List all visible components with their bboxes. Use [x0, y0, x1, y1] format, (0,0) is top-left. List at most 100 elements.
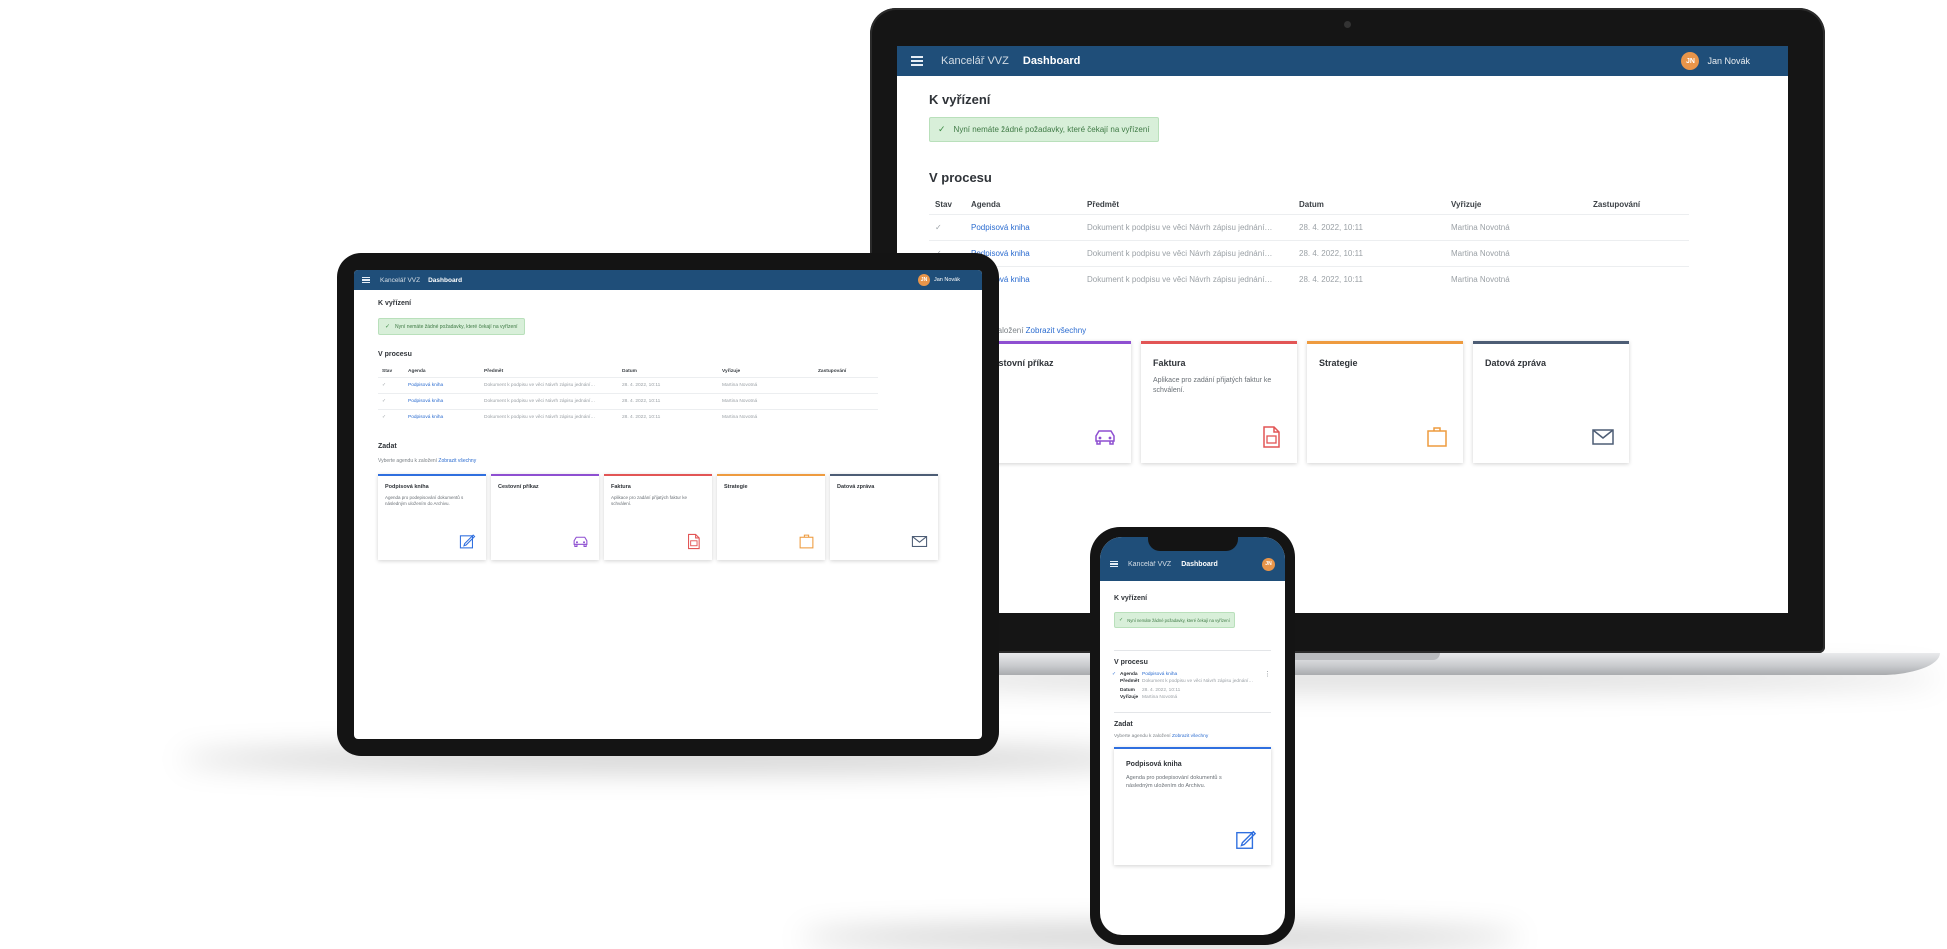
col-header-agenda[interactable]: Agenda: [404, 366, 480, 378]
table-row[interactable]: ✓ Podpisová kniha Dokument k podpisu ve …: [929, 240, 1689, 267]
edit-icon: [1236, 830, 1257, 849]
col-header-subject[interactable]: Předmět: [1081, 195, 1293, 215]
app-bar: Kancelář VVZ Dashboard JN Jan Novák: [354, 270, 982, 290]
tile-cestovni-prikaz[interactable]: Cestovní příkaz: [491, 474, 599, 560]
tile-title: Strategie: [724, 484, 748, 490]
app-title[interactable]: Kancelář VVZ: [380, 277, 420, 284]
tile-title: Podpisová kniha: [1126, 761, 1182, 768]
item-agenda-link[interactable]: Podpisová kniha: [1142, 672, 1271, 677]
menu-icon[interactable]: [362, 275, 370, 285]
in-progress-item[interactable]: ✓ ⋮ Agenda Podpisová kniha Předmět Dokumen…: [1112, 671, 1271, 700]
avatar[interactable]: JN: [918, 274, 930, 286]
todo-section-title: K vyřízení: [378, 300, 412, 307]
in-progress-table: Stav Agenda Předmět Datum Vyřizuje Zastu…: [378, 366, 878, 425]
row-agenda-link[interactable]: Podpisová kniha: [965, 214, 1081, 241]
row-deputy: [1587, 214, 1689, 241]
item-subject-label: Předmět: [1120, 679, 1140, 684]
laptop-camera: [1344, 21, 1351, 28]
col-header-state[interactable]: Stav: [378, 366, 404, 378]
laptop-notch: [1280, 653, 1440, 660]
table-row[interactable]: ✓ Podpisová kniha Dokument k podpisu ve …: [378, 393, 878, 410]
tile-datova-zprava[interactable]: Datová zpráva: [1473, 341, 1629, 463]
row-handler: Martina Novotná: [718, 393, 814, 410]
menu-icon[interactable]: [1110, 559, 1118, 569]
row-subject: Dokument k podpisu ve věci Návrh zápisu …: [1081, 240, 1293, 267]
row-agenda-link[interactable]: Podpisová kniha: [404, 409, 480, 425]
in-progress-section-title: V procesu: [1114, 659, 1148, 666]
create-text: Vyberte agendu k založení: [1114, 734, 1171, 739]
tile-podpisova-kniha[interactable]: Podpisová kniha Agenda pro podepisování …: [1114, 747, 1271, 865]
create-section-title: Zadat: [378, 443, 397, 450]
table-row[interactable]: ✓ Podpisová kniha Dokument k podpisu ve …: [929, 214, 1689, 241]
row-deputy: [814, 393, 878, 410]
table-row[interactable]: ✓ Podpisová kniha Dokument k podpisu ve …: [929, 266, 1689, 292]
row-date: 28. 4. 2022, 10:11: [1293, 266, 1445, 292]
tile-datova-zprava[interactable]: Datová zpráva: [830, 474, 938, 560]
row-handler: Martina Novotná: [1445, 240, 1587, 267]
page-title: Dashboard: [1022, 55, 1081, 67]
row-subject: Dokument k podpisu ve věci Návrh zápisu …: [480, 377, 618, 394]
row-handler: Martina Novotná: [1445, 214, 1587, 241]
agenda-tiles: Podpisová kniha Agenda pro podepisování …: [897, 341, 1756, 463]
check-icon: ✓: [1112, 672, 1117, 677]
app-title[interactable]: Kancelář VVZ: [1128, 561, 1171, 568]
divider: [1114, 712, 1271, 713]
in-progress-section-title: V procesu: [929, 170, 992, 185]
tile-description: Agenda pro podepisování dokumentů s násl…: [1126, 775, 1222, 789]
edit-icon: [459, 534, 476, 549]
check-icon: ✓: [1119, 617, 1124, 623]
table-row[interactable]: ✓ Podpisová kniha Dokument k podpisu ve …: [378, 377, 878, 394]
todo-section-title: K vyřízení: [929, 92, 991, 107]
tile-title: Faktura: [1153, 358, 1186, 368]
tile-podpisova-kniha[interactable]: Podpisová kniha Agenda pro podepisování …: [378, 474, 486, 560]
show-all-link[interactable]: Zobrazit všechny: [1172, 734, 1208, 739]
item-agenda-label: Agenda: [1120, 672, 1138, 677]
create-subtitle: Vyberte agendu k založení Zobrazit všech…: [929, 326, 1756, 335]
row-agenda-link[interactable]: Podpisová kniha: [404, 393, 480, 410]
col-header-state[interactable]: Stav: [929, 195, 965, 215]
table-row[interactable]: ✓ Podpisová kniha Dokument k podpisu ve …: [378, 409, 878, 425]
phone-frame: Kancelář VVZ Dashboard JN K vyřízení ✓ N…: [1090, 527, 1295, 945]
dashboard-content: K vyřízení ✓ Nyní nemáte žádné požadavky…: [897, 76, 1788, 475]
tile-faktura[interactable]: Faktura Aplikace pro zadání přijatých fa…: [604, 474, 712, 560]
col-header-deputy[interactable]: Zastupování: [814, 366, 878, 378]
tile-faktura[interactable]: Faktura Aplikace pro zadání přijatých fa…: [1141, 341, 1297, 463]
avatar[interactable]: JN: [1262, 557, 1275, 571]
avatar[interactable]: JN: [1681, 52, 1700, 70]
col-header-subject[interactable]: Předmět: [480, 366, 618, 378]
user-name[interactable]: Jan Novák: [934, 277, 960, 283]
envelope-icon: [1592, 429, 1614, 445]
row-date: 28. 4. 2022, 10:11: [618, 393, 718, 410]
todo-section-title: K vyřízení: [1114, 595, 1148, 602]
item-subject-value: Dokument k podpisu ve věci Návrh zápisu …: [1142, 679, 1254, 684]
tablet-screen: Kancelář VVZ Dashboard JN Jan Novák K vy…: [354, 270, 982, 739]
col-header-date[interactable]: Datum: [618, 366, 718, 378]
car-icon: [1095, 430, 1115, 445]
app-title[interactable]: Kancelář VVZ: [941, 55, 1009, 67]
row-handler: Martina Novotná: [718, 377, 814, 394]
row-subject: Dokument k podpisu ve věci Návrh zápisu …: [480, 409, 618, 425]
in-progress-section-title: V procesu: [378, 351, 412, 358]
col-header-deputy[interactable]: Zastupování: [1587, 195, 1689, 215]
tile-title: Datová zpráva: [837, 484, 875, 490]
show-all-link[interactable]: Zobrazit všechny: [1026, 326, 1086, 335]
row-agenda-link[interactable]: Podpisová kniha: [404, 377, 480, 394]
user-name[interactable]: Jan Novák: [1707, 56, 1750, 66]
col-header-date[interactable]: Datum: [1293, 195, 1445, 215]
phone-screen: Kancelář VVZ Dashboard JN K vyřízení ✓ N…: [1100, 537, 1285, 935]
col-header-agenda[interactable]: Agenda: [965, 195, 1081, 215]
row-deputy: [814, 409, 878, 425]
menu-icon[interactable]: [911, 54, 923, 68]
agenda-tiles: Podpisová kniha Agenda pro podepisování …: [378, 474, 958, 560]
show-all-link[interactable]: Zobrazit všechny: [438, 458, 476, 464]
tile-strategie[interactable]: Strategie: [717, 474, 825, 560]
tile-strategie[interactable]: Strategie: [1307, 341, 1463, 463]
row-subject: Dokument k podpisu ve věci Návrh zápisu …: [1081, 266, 1293, 292]
divider: [1114, 650, 1271, 651]
item-handler-value: Martina Novotná: [1142, 695, 1178, 700]
row-handler: Martina Novotná: [1445, 266, 1587, 292]
more-options-icon[interactable]: ⋮: [1264, 671, 1271, 678]
dashboard-content: K vyřízení ✓ Nyní nemáte žádné požadavky…: [1100, 581, 1285, 873]
col-header-handler[interactable]: Vyřizuje: [718, 366, 814, 378]
col-header-handler[interactable]: Vyřizuje: [1445, 195, 1587, 215]
